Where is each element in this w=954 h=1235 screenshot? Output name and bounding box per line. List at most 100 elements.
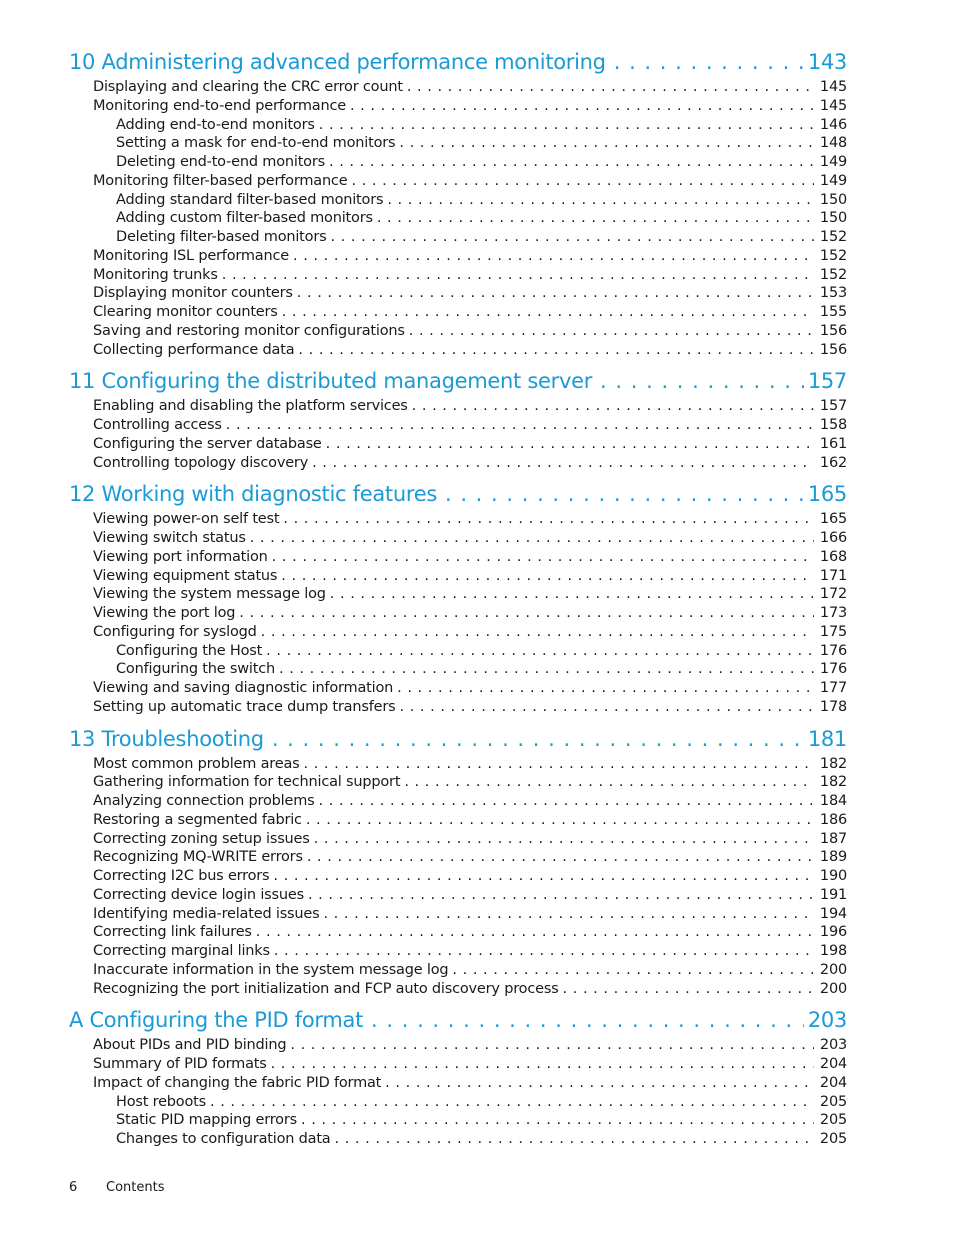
toc-section-entry[interactable]: Gathering information for technical supp… bbox=[69, 773, 847, 792]
entry-title[interactable]: Viewing port information bbox=[93, 548, 268, 567]
entry-title[interactable]: Correcting link failures bbox=[93, 923, 252, 942]
toc-section-entry[interactable]: Viewing and saving diagnostic informatio… bbox=[69, 679, 847, 698]
entry-page-number[interactable]: 155 bbox=[820, 303, 847, 322]
entry-page-number[interactable]: 166 bbox=[820, 529, 847, 548]
chapter-page-number[interactable]: 181 bbox=[808, 723, 847, 755]
entry-title[interactable]: Monitoring ISL performance bbox=[93, 247, 289, 266]
entry-page-number[interactable]: 156 bbox=[820, 322, 847, 341]
toc-section-entry[interactable]: Controlling topology discovery 162 bbox=[69, 454, 847, 473]
toc-section-entry[interactable]: Clearing monitor counters 155 bbox=[69, 303, 847, 322]
entry-title[interactable]: Controlling topology discovery bbox=[93, 454, 308, 473]
toc-section-entry[interactable]: Monitoring ISL performance 152 bbox=[69, 247, 847, 266]
entry-title[interactable]: Restoring a segmented fabric bbox=[93, 811, 302, 830]
toc-section-entry[interactable]: Displaying and clearing the CRC error co… bbox=[69, 78, 847, 97]
entry-title[interactable]: Correcting marginal links bbox=[93, 942, 270, 961]
toc-section-entry[interactable]: Inaccurate information in the system mes… bbox=[69, 961, 847, 980]
entry-page-number[interactable]: 145 bbox=[820, 97, 847, 116]
entry-title[interactable]: Saving and restoring monitor configurati… bbox=[93, 322, 405, 341]
entry-page-number[interactable]: 205 bbox=[820, 1093, 847, 1112]
entry-title[interactable]: Impact of changing the fabric PID format bbox=[93, 1074, 381, 1093]
entry-title[interactable]: Monitoring trunks bbox=[93, 266, 218, 285]
toc-subsection-entry[interactable]: Configuring the Host 176 bbox=[69, 642, 847, 661]
entry-page-number[interactable]: 152 bbox=[820, 228, 847, 247]
entry-page-number[interactable]: 189 bbox=[820, 848, 847, 867]
entry-page-number[interactable]: 149 bbox=[820, 153, 847, 172]
toc-section-entry[interactable]: Enabling and disabling the platform serv… bbox=[69, 397, 847, 416]
toc-section-entry[interactable]: Viewing port information 168 bbox=[69, 548, 847, 567]
entry-title[interactable]: Deleting filter-based monitors bbox=[116, 228, 327, 247]
toc-section-entry[interactable]: Configuring the server database 161 bbox=[69, 435, 847, 454]
toc-section-entry[interactable]: Monitoring trunks 152 bbox=[69, 266, 847, 285]
entry-page-number[interactable]: 152 bbox=[820, 266, 847, 285]
entry-title[interactable]: Enabling and disabling the platform serv… bbox=[93, 397, 408, 416]
toc-subsection-entry[interactable]: Host reboots 205 bbox=[69, 1093, 847, 1112]
chapter-title[interactable]: A Configuring the PID format bbox=[69, 1004, 363, 1036]
toc-section-entry[interactable]: Displaying monitor counters 153 bbox=[69, 284, 847, 303]
toc-section-entry[interactable]: Correcting link failures 196 bbox=[69, 923, 847, 942]
entry-title[interactable]: Correcting device login issues bbox=[93, 886, 304, 905]
toc-section-entry[interactable]: Viewing equipment status 171 bbox=[69, 567, 847, 586]
entry-page-number[interactable]: 165 bbox=[820, 510, 847, 529]
entry-page-number[interactable]: 168 bbox=[820, 548, 847, 567]
entry-title[interactable]: Correcting I2C bus errors bbox=[93, 867, 270, 886]
entry-page-number[interactable]: 205 bbox=[820, 1111, 847, 1130]
toc-section-entry[interactable]: Identifying media-related issues 194 bbox=[69, 905, 847, 924]
chapter-page-number[interactable]: 203 bbox=[808, 1004, 847, 1036]
toc-subsection-entry[interactable]: Deleting end-to-end monitors 149 bbox=[69, 153, 847, 172]
chapter-title[interactable]: 11 Configuring the distributed managemen… bbox=[69, 365, 592, 397]
toc-chapter-heading[interactable]: 11 Configuring the distributed managemen… bbox=[69, 365, 847, 397]
chapter-title[interactable]: 13 Troubleshooting bbox=[69, 723, 264, 755]
toc-section-entry[interactable]: Most common problem areas 182 bbox=[69, 755, 847, 774]
toc-section-entry[interactable]: Viewing power-on self test 165 bbox=[69, 510, 847, 529]
entry-page-number[interactable]: 182 bbox=[820, 773, 847, 792]
entry-page-number[interactable]: 184 bbox=[820, 792, 847, 811]
entry-title[interactable]: Monitoring end-to-end performance bbox=[93, 97, 346, 116]
toc-section-entry[interactable]: Correcting device login issues 191 bbox=[69, 886, 847, 905]
toc-section-entry[interactable]: Correcting marginal links 198 bbox=[69, 942, 847, 961]
entry-page-number[interactable]: 146 bbox=[820, 116, 847, 135]
entry-page-number[interactable]: 176 bbox=[820, 642, 847, 661]
entry-page-number[interactable]: 187 bbox=[820, 830, 847, 849]
entry-title[interactable]: Viewing the port log bbox=[93, 604, 235, 623]
toc-section-entry[interactable]: Controlling access 158 bbox=[69, 416, 847, 435]
entry-page-number[interactable]: 205 bbox=[820, 1130, 847, 1149]
entry-page-number[interactable]: 153 bbox=[820, 284, 847, 303]
toc-subsection-entry[interactable]: Setting a mask for end-to-end monitors 14… bbox=[69, 134, 847, 153]
toc-section-entry[interactable]: Monitoring filter-based performance 149 bbox=[69, 172, 847, 191]
entry-title[interactable]: Setting up automatic trace dump transfer… bbox=[93, 698, 396, 717]
entry-page-number[interactable]: 150 bbox=[820, 191, 847, 210]
entry-page-number[interactable]: 176 bbox=[820, 660, 847, 679]
entry-page-number[interactable]: 162 bbox=[820, 454, 847, 473]
entry-title[interactable]: Identifying media-related issues bbox=[93, 905, 320, 924]
toc-chapter-heading[interactable]: 10 Administering advanced performance mo… bbox=[69, 46, 847, 78]
entry-page-number[interactable]: 200 bbox=[820, 980, 847, 999]
entry-title[interactable]: Static PID mapping errors bbox=[116, 1111, 297, 1130]
toc-subsection-entry[interactable]: Adding custom filter-based monitors 150 bbox=[69, 209, 847, 228]
toc-section-entry[interactable]: Summary of PID formats 204 bbox=[69, 1055, 847, 1074]
entry-title[interactable]: Adding end-to-end monitors bbox=[116, 116, 315, 135]
entry-page-number[interactable]: 191 bbox=[820, 886, 847, 905]
entry-title[interactable]: Configuring the Host bbox=[116, 642, 262, 661]
toc-section-entry[interactable]: Viewing the system message log 172 bbox=[69, 585, 847, 604]
entry-title[interactable]: Recognizing MQ-WRITE errors bbox=[93, 848, 303, 867]
entry-page-number[interactable]: 204 bbox=[820, 1055, 847, 1074]
entry-page-number[interactable]: 198 bbox=[820, 942, 847, 961]
chapter-page-number[interactable]: 143 bbox=[808, 46, 847, 78]
toc-section-entry[interactable]: Correcting I2C bus errors 190 bbox=[69, 867, 847, 886]
entry-title[interactable]: Summary of PID formats bbox=[93, 1055, 267, 1074]
toc-chapter-heading[interactable]: A Configuring the PID format 203 bbox=[69, 1004, 847, 1036]
entry-title[interactable]: About PIDs and PID binding bbox=[93, 1036, 287, 1055]
entry-title[interactable]: Viewing and saving diagnostic informatio… bbox=[93, 679, 393, 698]
entry-title[interactable]: Displaying and clearing the CRC error co… bbox=[93, 78, 403, 97]
toc-subsection-entry[interactable]: Adding end-to-end monitors 146 bbox=[69, 116, 847, 135]
toc-subsection-entry[interactable]: Deleting filter-based monitors 152 bbox=[69, 228, 847, 247]
toc-section-entry[interactable]: Viewing the port log 173 bbox=[69, 604, 847, 623]
toc-section-entry[interactable]: Impact of changing the fabric PID format… bbox=[69, 1074, 847, 1093]
entry-title[interactable]: Displaying monitor counters bbox=[93, 284, 293, 303]
entry-title[interactable]: Recognizing the port initialization and … bbox=[93, 980, 559, 999]
entry-title[interactable]: Correcting zoning setup issues bbox=[93, 830, 310, 849]
entry-page-number[interactable]: 175 bbox=[820, 623, 847, 642]
toc-chapter-heading[interactable]: 12 Working with diagnostic features 165 bbox=[69, 478, 847, 510]
entry-title[interactable]: Collecting performance data bbox=[93, 341, 295, 360]
entry-page-number[interactable]: 171 bbox=[820, 567, 847, 586]
